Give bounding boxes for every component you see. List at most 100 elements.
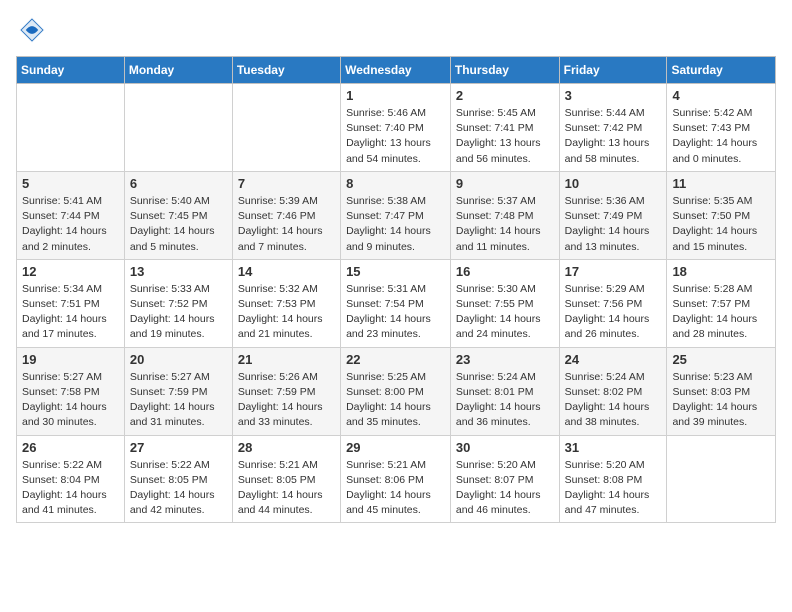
day-info: Sunrise: 5:31 AMSunset: 7:54 PMDaylight:… [346, 283, 431, 341]
calendar-day-cell: 15 Sunrise: 5:31 AMSunset: 7:54 PMDayligh… [341, 259, 451, 347]
day-number: 17 [565, 264, 662, 279]
day-info: Sunrise: 5:46 AMSunset: 7:40 PMDaylight:… [346, 107, 431, 165]
calendar-day-cell: 11 Sunrise: 5:35 AMSunset: 7:50 PMDayligh… [667, 171, 776, 259]
day-number: 27 [130, 440, 227, 455]
day-number: 23 [456, 352, 554, 367]
calendar-day-cell: 27 Sunrise: 5:22 AMSunset: 8:05 PMDayligh… [124, 435, 232, 523]
day-info: Sunrise: 5:23 AMSunset: 8:03 PMDaylight:… [672, 371, 757, 429]
calendar-day-cell [232, 84, 340, 172]
calendar-day-cell: 28 Sunrise: 5:21 AMSunset: 8:05 PMDayligh… [232, 435, 340, 523]
day-number: 31 [565, 440, 662, 455]
day-of-week-header: Wednesday [341, 57, 451, 84]
calendar-day-cell: 6Sunrise: 5:40 AMSunset: 7:45 PMDaylight… [124, 171, 232, 259]
calendar-day-cell: 14 Sunrise: 5:32 AMSunset: 7:53 PMDayligh… [232, 259, 340, 347]
day-info: Sunrise: 5:24 AMSunset: 8:01 PMDaylight:… [456, 371, 541, 429]
day-number: 20 [130, 352, 227, 367]
day-number: 1 [346, 88, 445, 103]
day-info: Sunrise: 5:24 AMSunset: 8:02 PMDaylight:… [565, 371, 650, 429]
calendar-day-cell: 9 Sunrise: 5:37 AMSunset: 7:48 PMDaylight… [450, 171, 559, 259]
day-info: Sunrise: 5:26 AMSunset: 7:59 PMDaylight:… [238, 371, 323, 429]
calendar-table: SundayMondayTuesdayWednesdayThursdayFrid… [16, 56, 776, 523]
day-number: 18 [672, 264, 770, 279]
day-of-week-header: Thursday [450, 57, 559, 84]
calendar-day-cell: 4 Sunrise: 5:42 AMSunset: 7:43 PMDaylight… [667, 84, 776, 172]
day-info: Sunrise: 5:33 AMSunset: 7:52 PMDaylight:… [130, 283, 215, 341]
day-info: Sunrise: 5:36 AMSunset: 7:49 PMDaylight:… [565, 195, 650, 253]
calendar-day-cell: 30 Sunrise: 5:20 AMSunset: 8:07 PMDayligh… [450, 435, 559, 523]
calendar-week-row: 19 Sunrise: 5:27 AMSunset: 7:58 PMDayligh… [17, 347, 776, 435]
calendar-day-cell: 20 Sunrise: 5:27 AMSunset: 7:59 PMDayligh… [124, 347, 232, 435]
day-number: 15 [346, 264, 445, 279]
day-number: 9 [456, 176, 554, 191]
day-of-week-header: Monday [124, 57, 232, 84]
days-of-week-row: SundayMondayTuesdayWednesdayThursdayFrid… [17, 57, 776, 84]
calendar-day-cell: 13 Sunrise: 5:33 AMSunset: 7:52 PMDayligh… [124, 259, 232, 347]
day-number: 26 [22, 440, 119, 455]
day-info: Sunrise: 5:35 AMSunset: 7:50 PMDaylight:… [672, 195, 757, 253]
calendar-day-cell: 29 Sunrise: 5:21 AMSunset: 8:06 PMDayligh… [341, 435, 451, 523]
calendar-week-row: 1 Sunrise: 5:46 AMSunset: 7:40 PMDaylight… [17, 84, 776, 172]
calendar-day-cell: 25 Sunrise: 5:23 AMSunset: 8:03 PMDayligh… [667, 347, 776, 435]
day-info: Sunrise: 5:32 AMSunset: 7:53 PMDaylight:… [238, 283, 323, 341]
calendar-day-cell: 23 Sunrise: 5:24 AMSunset: 8:01 PMDayligh… [450, 347, 559, 435]
calendar-body: 1 Sunrise: 5:46 AMSunset: 7:40 PMDaylight… [17, 84, 776, 523]
day-info: Sunrise: 5:21 AMSunset: 8:06 PMDaylight:… [346, 459, 431, 517]
calendar-day-cell [124, 84, 232, 172]
day-number: 11 [672, 176, 770, 191]
page-header [16, 16, 776, 44]
day-of-week-header: Saturday [667, 57, 776, 84]
day-info: Sunrise: 5:29 AMSunset: 7:56 PMDaylight:… [565, 283, 650, 341]
day-number: 29 [346, 440, 445, 455]
day-info: Sunrise: 5:25 AMSunset: 8:00 PMDaylight:… [346, 371, 431, 429]
day-number: 13 [130, 264, 227, 279]
day-number: 19 [22, 352, 119, 367]
day-info: Sunrise: 5:38 AMSunset: 7:47 PMDaylight:… [346, 195, 431, 253]
day-of-week-header: Tuesday [232, 57, 340, 84]
day-number: 8 [346, 176, 445, 191]
calendar-day-cell: 21Sunrise: 5:26 AMSunset: 7:59 PMDayligh… [232, 347, 340, 435]
calendar-day-cell [667, 435, 776, 523]
day-of-week-header: Friday [559, 57, 667, 84]
calendar-day-cell: 19 Sunrise: 5:27 AMSunset: 7:58 PMDayligh… [17, 347, 125, 435]
day-info: Sunrise: 5:41 AMSunset: 7:44 PMDaylight:… [22, 195, 107, 253]
day-number: 28 [238, 440, 335, 455]
calendar-week-row: 12Sunrise: 5:34 AMSunset: 7:51 PMDayligh… [17, 259, 776, 347]
day-info: Sunrise: 5:22 AMSunset: 8:05 PMDaylight:… [130, 459, 215, 517]
calendar-day-cell: 24 Sunrise: 5:24 AMSunset: 8:02 PMDayligh… [559, 347, 667, 435]
day-number: 24 [565, 352, 662, 367]
calendar-day-cell [17, 84, 125, 172]
day-info: Sunrise: 5:27 AMSunset: 7:59 PMDaylight:… [130, 371, 215, 429]
day-info: Sunrise: 5:42 AMSunset: 7:43 PMDaylight:… [672, 107, 757, 165]
day-info: Sunrise: 5:37 AMSunset: 7:48 PMDaylight:… [456, 195, 541, 253]
day-number: 6 [130, 176, 227, 191]
day-info: Sunrise: 5:28 AMSunset: 7:57 PMDaylight:… [672, 283, 757, 341]
day-info: Sunrise: 5:20 AMSunset: 8:08 PMDaylight:… [565, 459, 650, 517]
calendar-day-cell: 7Sunrise: 5:39 AMSunset: 7:46 PMDaylight… [232, 171, 340, 259]
day-number: 30 [456, 440, 554, 455]
day-number: 7 [238, 176, 335, 191]
calendar-day-cell: 1 Sunrise: 5:46 AMSunset: 7:40 PMDaylight… [341, 84, 451, 172]
logo-icon [18, 16, 46, 44]
day-number: 22 [346, 352, 445, 367]
calendar-week-row: 26Sunrise: 5:22 AMSunset: 8:04 PMDayligh… [17, 435, 776, 523]
day-info: Sunrise: 5:27 AMSunset: 7:58 PMDaylight:… [22, 371, 107, 429]
day-number: 25 [672, 352, 770, 367]
calendar-day-cell: 8 Sunrise: 5:38 AMSunset: 7:47 PMDaylight… [341, 171, 451, 259]
day-info: Sunrise: 5:30 AMSunset: 7:55 PMDaylight:… [456, 283, 541, 341]
calendar-day-cell: 3Sunrise: 5:44 AMSunset: 7:42 PMDaylight… [559, 84, 667, 172]
day-number: 2 [456, 88, 554, 103]
calendar-day-cell: 17 Sunrise: 5:29 AMSunset: 7:56 PMDayligh… [559, 259, 667, 347]
day-info: Sunrise: 5:20 AMSunset: 8:07 PMDaylight:… [456, 459, 541, 517]
calendar-day-cell: 12Sunrise: 5:34 AMSunset: 7:51 PMDayligh… [17, 259, 125, 347]
day-info: Sunrise: 5:34 AMSunset: 7:51 PMDaylight:… [22, 283, 107, 341]
calendar-day-cell: 31 Sunrise: 5:20 AMSunset: 8:08 PMDayligh… [559, 435, 667, 523]
calendar-day-cell: 18 Sunrise: 5:28 AMSunset: 7:57 PMDayligh… [667, 259, 776, 347]
day-info: Sunrise: 5:21 AMSunset: 8:05 PMDaylight:… [238, 459, 323, 517]
day-number: 5 [22, 176, 119, 191]
day-number: 16 [456, 264, 554, 279]
day-number: 14 [238, 264, 335, 279]
calendar-week-row: 5 Sunrise: 5:41 AMSunset: 7:44 PMDaylight… [17, 171, 776, 259]
day-number: 4 [672, 88, 770, 103]
day-of-week-header: Sunday [17, 57, 125, 84]
calendar-day-cell: 5 Sunrise: 5:41 AMSunset: 7:44 PMDaylight… [17, 171, 125, 259]
